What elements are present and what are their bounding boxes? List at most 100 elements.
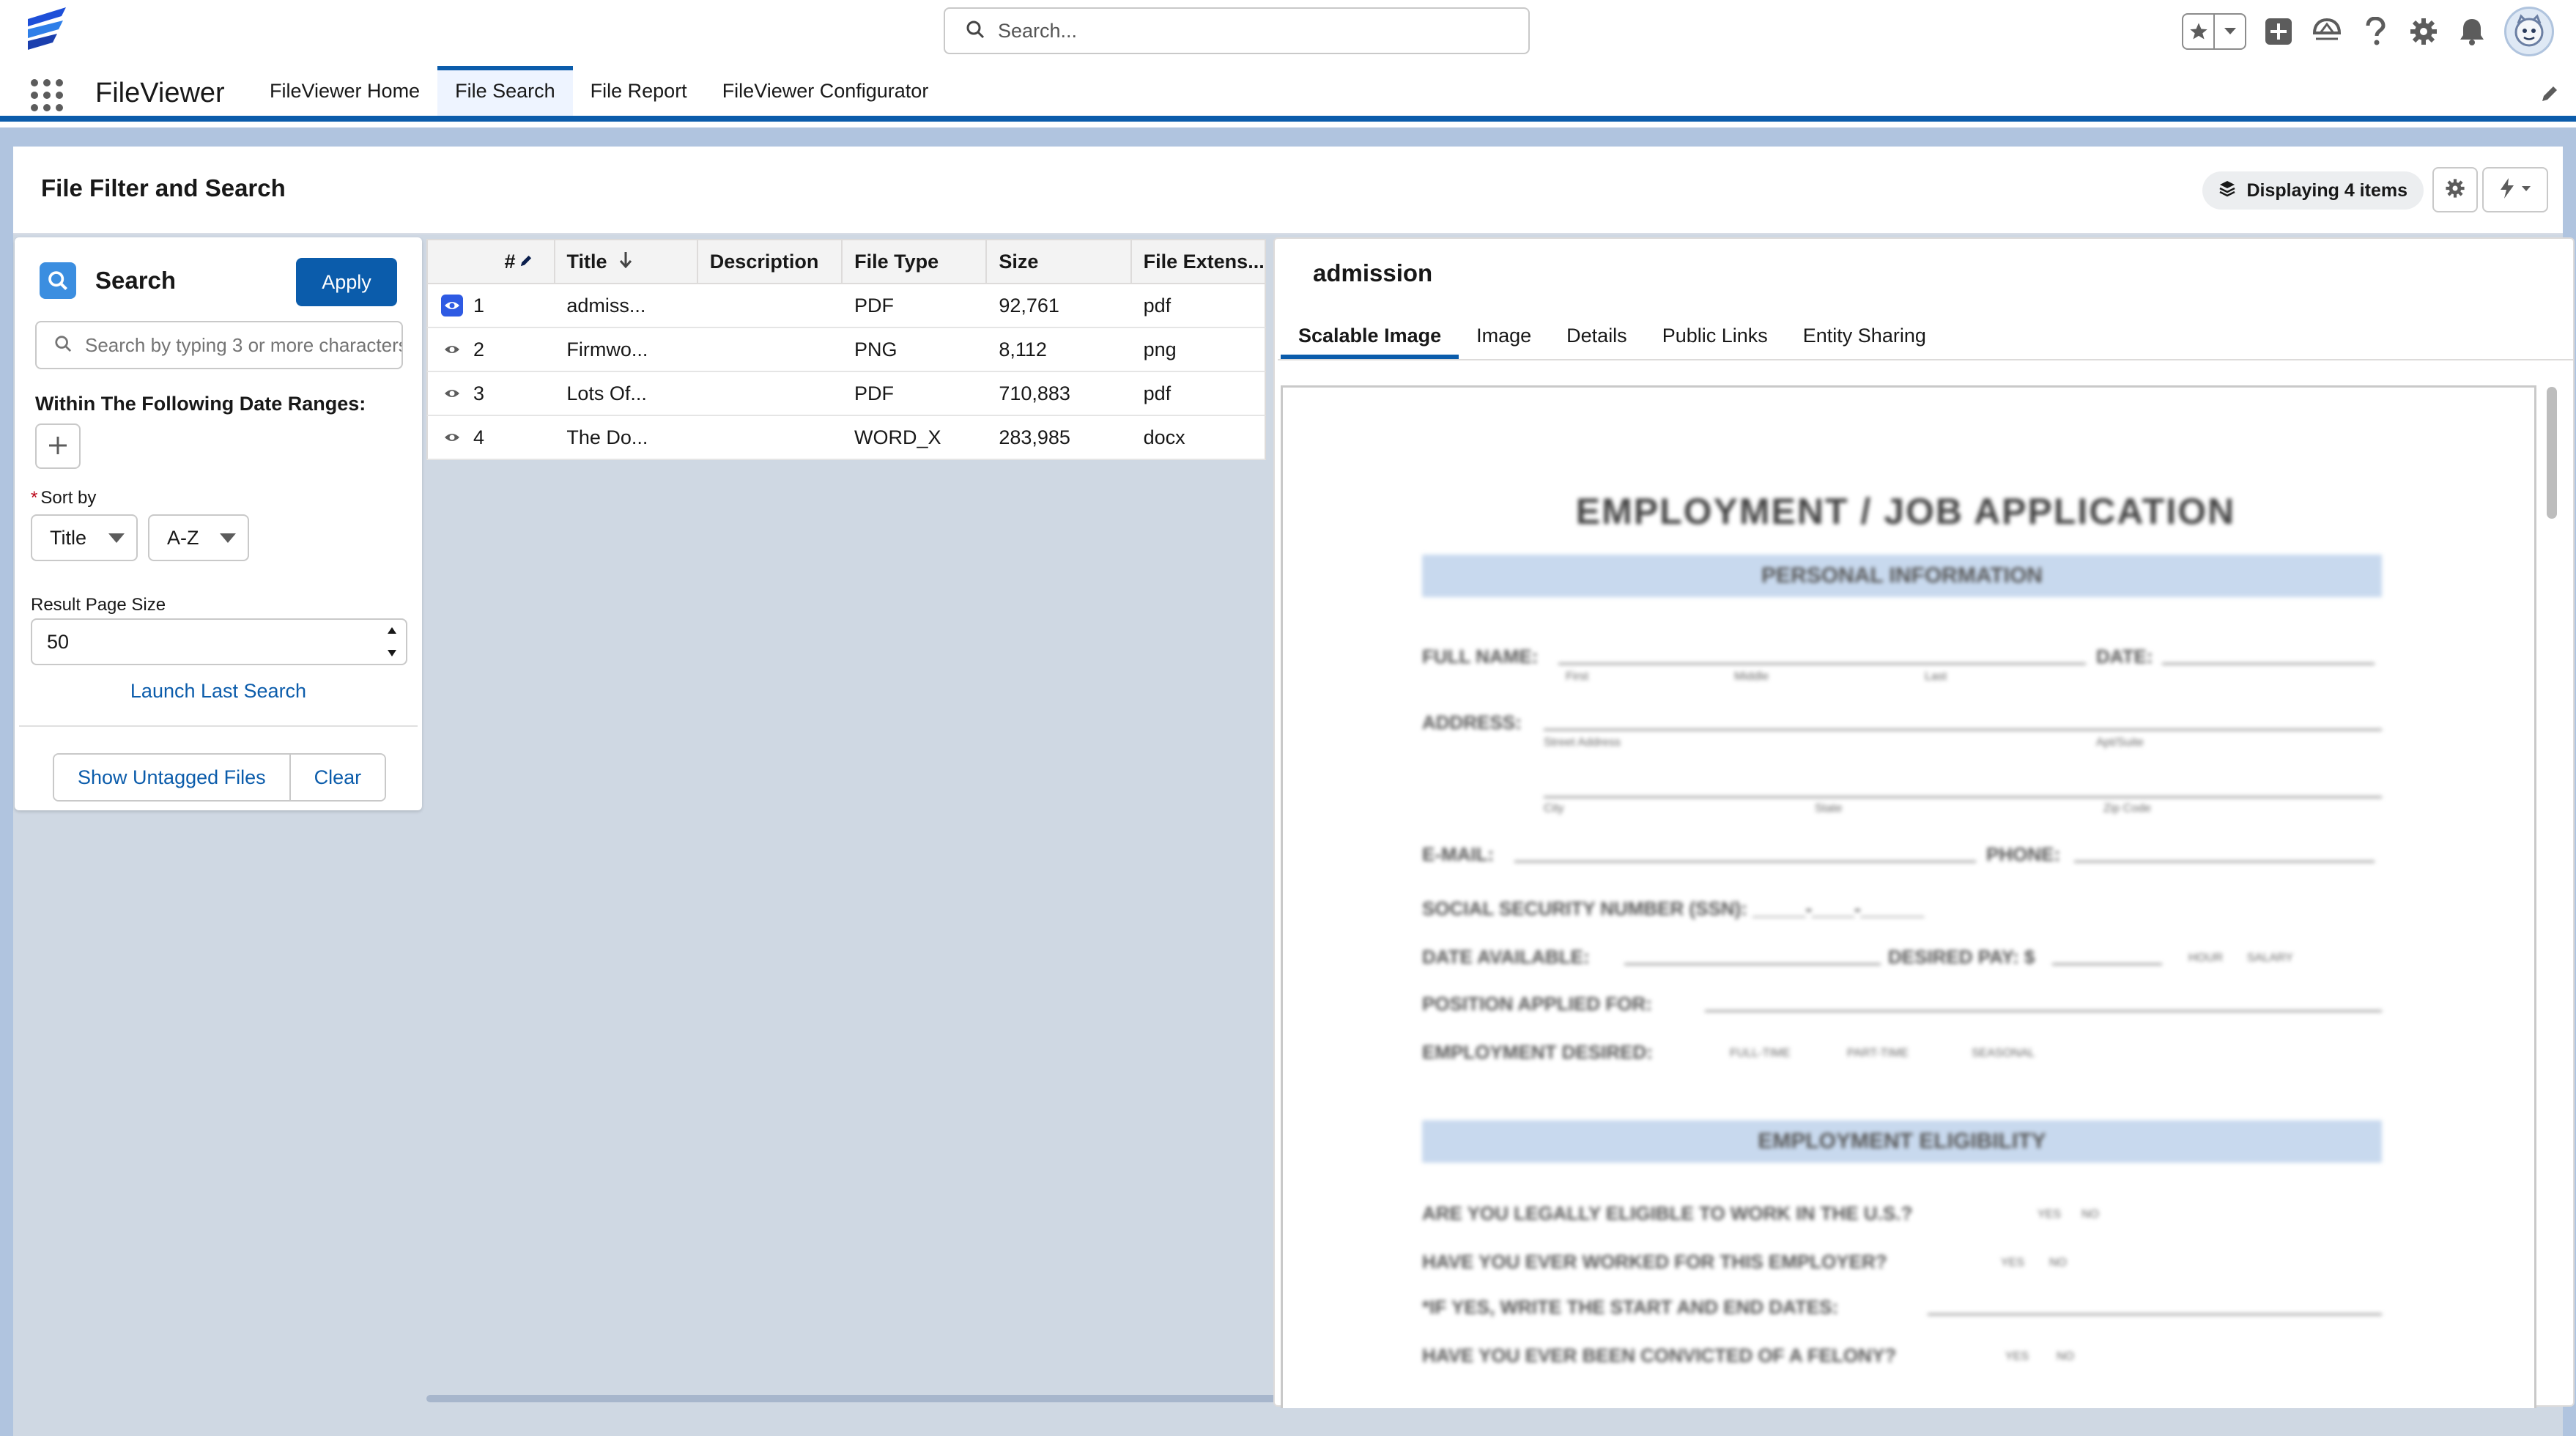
table-row[interactable]: 1 admiss... PDF 92,761 pdf — [426, 284, 1266, 328]
document-viewer[interactable]: EMPLOYMENT / JOB APPLICATION PERSONAL IN… — [1281, 385, 2536, 1408]
search-icon — [54, 335, 72, 356]
column-header-file-type[interactable]: File Type — [843, 240, 988, 283]
tab-public-links[interactable]: Public Links — [1645, 312, 1785, 359]
page-header: File Filter and Search Displaying 4 item… — [13, 147, 2563, 234]
edit-pencil-icon — [519, 251, 533, 273]
doc-state: State — [1815, 802, 1843, 815]
row-number: 1 — [473, 294, 485, 317]
filter-search-input[interactable]: Search by typing 3 or more characters — [35, 321, 403, 369]
row-size: 283,985 — [999, 426, 1070, 448]
row-description — [698, 328, 843, 371]
tab-entity-sharing[interactable]: Entity Sharing — [1785, 312, 1944, 359]
page-size-input[interactable]: 50 — [31, 618, 407, 665]
app-name: FileViewer — [95, 78, 225, 108]
preview-tabs: Scalable Image Image Details Public Link… — [1281, 312, 1944, 359]
preview-eye-icon[interactable] — [441, 295, 463, 317]
row-description — [698, 284, 843, 327]
preview-eye-icon[interactable] — [440, 344, 465, 355]
actions-menu-button[interactable] — [2482, 167, 2548, 212]
preview-eye-icon[interactable] — [440, 432, 465, 443]
nav-tab-file-report[interactable]: File Report — [573, 66, 705, 116]
row-title[interactable]: Lots Of... — [555, 372, 697, 415]
doc-phone: PHONE: — [1986, 843, 2061, 865]
plus-icon — [48, 430, 68, 463]
global-actions-add-icon[interactable] — [2262, 15, 2295, 48]
setup-gear-icon[interactable] — [2407, 15, 2440, 48]
edit-nav-pencil-icon[interactable] — [2539, 84, 2560, 108]
preview-eye-icon[interactable] — [440, 388, 465, 399]
tabs-divider — [1278, 359, 2573, 360]
tab-details[interactable]: Details — [1549, 312, 1645, 359]
global-search-input[interactable]: Search... — [944, 7, 1530, 54]
row-extension: png — [1143, 338, 1177, 360]
page-size-label: Result Page Size — [31, 595, 166, 615]
row-description — [698, 372, 843, 415]
row-size: 8,112 — [999, 338, 1047, 360]
column-header-size[interactable]: Size — [987, 240, 1132, 283]
doc-question-felony: HAVE YOU EVER BEEN CONVICTED OF A FELONY… — [1422, 1344, 1897, 1366]
row-size: 92,761 — [999, 294, 1059, 317]
column-header-title[interactable]: Title — [555, 240, 698, 283]
doc-zip: Zip Code — [2103, 802, 2151, 815]
doc-ssn: SOCIAL SECURITY NUMBER (SSN): _____-____… — [1422, 898, 1925, 919]
show-untagged-files-button[interactable]: Show Untagged Files — [54, 755, 289, 800]
nav-tab-fileviewer-home[interactable]: FileViewer Home — [252, 66, 437, 116]
tab-image[interactable]: Image — [1459, 312, 1549, 359]
tab-scalable-image[interactable]: Scalable Image — [1281, 312, 1459, 359]
table-row[interactable]: 4 The Do... WORD_X 283,985 docx — [426, 416, 1266, 460]
trailhead-guidance-icon[interactable] — [2311, 15, 2343, 48]
user-avatar[interactable] — [2504, 7, 2554, 56]
settings-button[interactable] — [2432, 167, 2478, 212]
favorites-star-icon[interactable] — [2183, 15, 2213, 48]
workspace: File Filter and Search Displaying 4 item… — [0, 127, 2576, 1436]
doc-question-eligible: ARE YOU LEGALLY ELIGIBLE TO WORK IN THE … — [1422, 1202, 1913, 1224]
gear-icon — [2445, 178, 2465, 202]
doc-street: Street Address — [1544, 736, 1621, 749]
chevron-down-icon — [108, 533, 125, 543]
column-header-file-extension[interactable]: File Extens... — [1132, 240, 1265, 283]
chevron-down-icon — [2521, 183, 2531, 196]
clear-button[interactable]: Clear — [289, 755, 385, 800]
app-launcher-waffle-icon[interactable] — [31, 79, 63, 111]
doc-hour: HOUR — [2188, 952, 2224, 964]
sort-order-select[interactable]: A-Z — [148, 514, 249, 561]
doc-yes: YES — [2001, 1256, 2025, 1269]
sort-field-value: Title — [50, 526, 87, 549]
row-title[interactable]: Firmwo... — [555, 328, 697, 371]
filter-panel: Search Apply Search by typing 3 or more … — [15, 237, 422, 810]
favorites-dropdown-icon[interactable] — [2213, 15, 2245, 48]
doc-last: Last — [1925, 670, 1947, 683]
launch-last-search-link[interactable]: Launch Last Search — [15, 680, 422, 703]
doc-question-dates: *IF YES, WRITE THE START AND END DATES: — [1422, 1296, 1839, 1318]
nav-tab-fileviewer-configurator[interactable]: FileViewer Configurator — [705, 66, 947, 116]
table-row[interactable]: 2 Firmwo... PNG 8,112 png — [426, 328, 1266, 372]
workspace-content: File Filter and Search Displaying 4 item… — [13, 147, 2575, 1436]
sort-field-select[interactable]: Title — [31, 514, 138, 561]
global-search-placeholder: Search... — [998, 19, 1078, 42]
doc-heading: EMPLOYMENT / JOB APPLICATION — [1575, 491, 2236, 532]
column-header-description[interactable]: Description — [698, 240, 843, 283]
column-header-number[interactable]: # — [428, 240, 555, 283]
table-row[interactable]: 3 Lots Of... PDF 710,883 pdf — [426, 372, 1266, 416]
row-extension: docx — [1143, 426, 1185, 448]
nav-tab-file-search[interactable]: File Search — [437, 66, 573, 116]
row-number: 2 — [473, 338, 485, 360]
page-size-stepper[interactable] — [387, 627, 397, 656]
app-logo[interactable] — [25, 4, 69, 56]
row-title[interactable]: admiss... — [555, 284, 697, 327]
doc-email: E-MAIL: — [1422, 843, 1495, 865]
document-scrollbar[interactable] — [2547, 387, 2557, 519]
apply-button[interactable]: Apply — [296, 258, 397, 306]
doc-question-worked: HAVE YOU EVER WORKED FOR THIS EMPLOYER? — [1422, 1251, 1887, 1273]
help-icon[interactable] — [2359, 15, 2391, 48]
sort-order-value: A-Z — [167, 526, 199, 549]
date-ranges-label: Within The Following Date Ranges: — [35, 393, 366, 415]
add-date-range-button[interactable] — [35, 423, 81, 469]
notifications-bell-icon[interactable] — [2456, 15, 2488, 48]
doc-no: NO — [2081, 1208, 2099, 1221]
row-title[interactable]: The Do... — [555, 416, 697, 459]
row-size: 710,883 — [999, 382, 1070, 404]
preview-title: admission — [1313, 259, 1433, 286]
table-header: # Title Description File Type Size File … — [426, 239, 1266, 284]
doc-salary: SALARY — [2247, 952, 2293, 964]
